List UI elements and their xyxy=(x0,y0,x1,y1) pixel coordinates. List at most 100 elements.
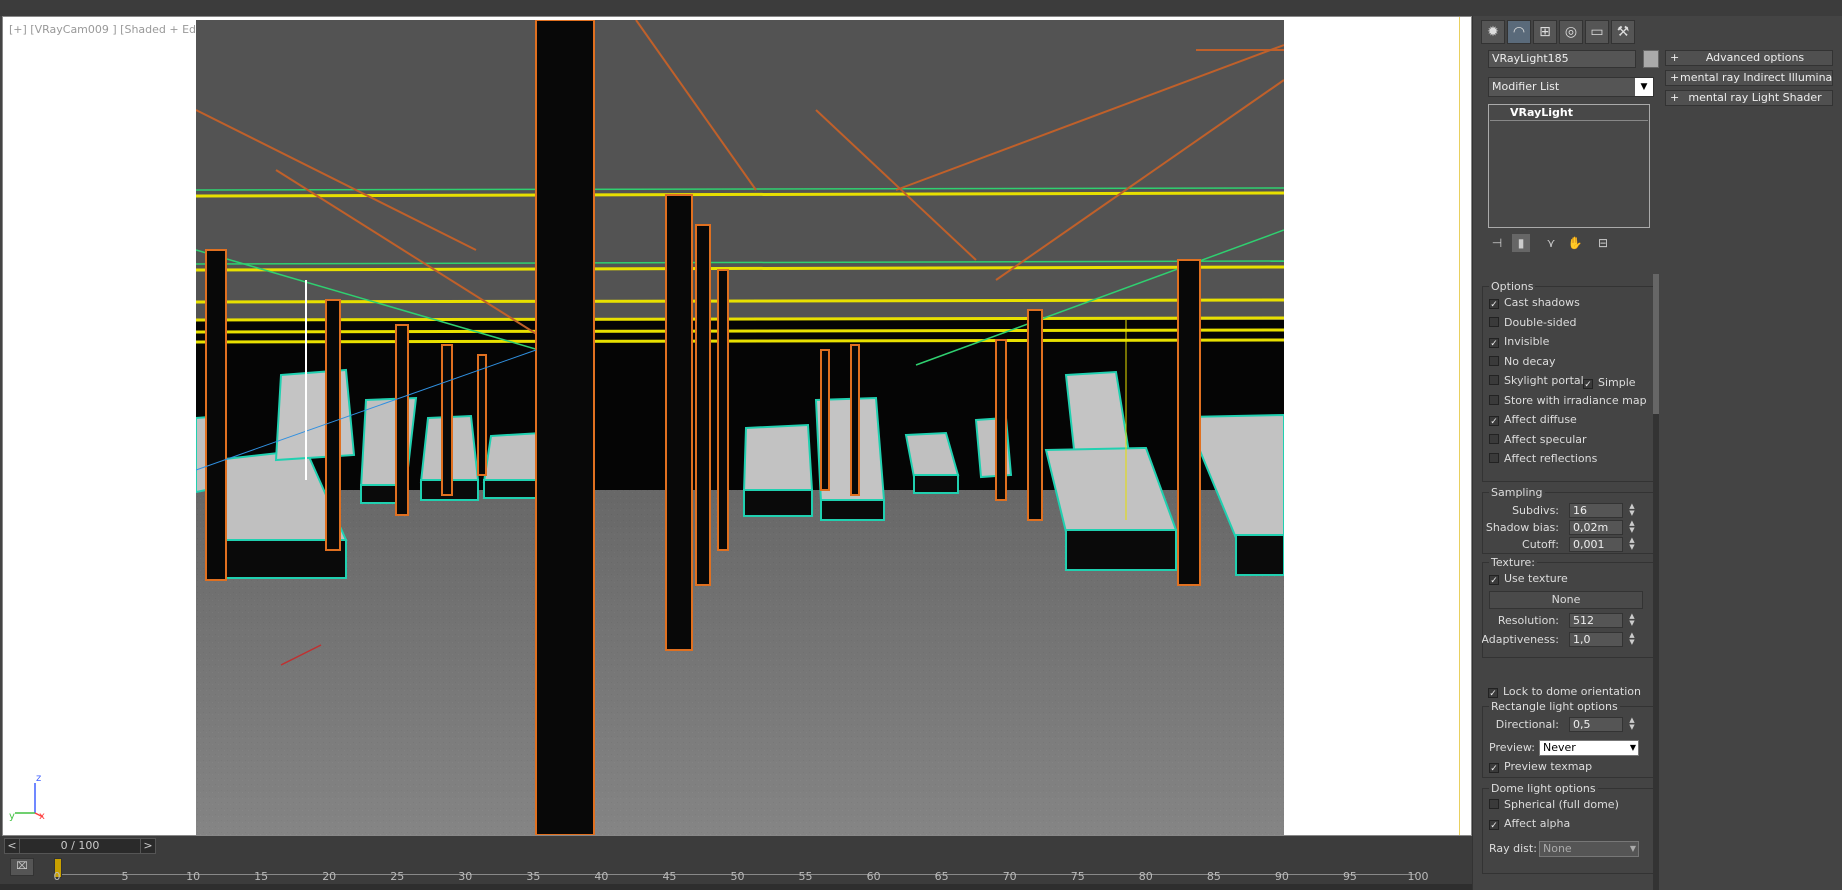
shadow-bias-field[interactable]: 0,02m xyxy=(1569,520,1623,535)
shadow-bias-label: Shadow bias: xyxy=(1485,521,1559,534)
use-texture-checkbox[interactable]: ✓ Use texture xyxy=(1489,571,1568,587)
modifier-stack[interactable]: VRayLight xyxy=(1488,104,1650,228)
shadow-bias-spinner[interactable]: ▲ ▼ xyxy=(1627,520,1637,535)
expand-plus-icon: + xyxy=(1670,91,1680,104)
use-texture-label: Use texture xyxy=(1504,572,1568,585)
check-icon[interactable]: ✓ xyxy=(1489,416,1499,427)
preview-texmap-checkbox[interactable]: ✓ Preview texmap xyxy=(1489,759,1592,775)
options-title: Options xyxy=(1489,280,1536,293)
option-checkbox-store-with-irradiance-map[interactable]: Store with irradiance map xyxy=(1489,393,1647,409)
subdivs-field[interactable]: 16 xyxy=(1569,503,1623,518)
cutoff-label: Cutoff: xyxy=(1522,538,1559,551)
cutoff-field[interactable]: 0,001 xyxy=(1569,537,1623,552)
lock-dome-check-box[interactable]: ✓ xyxy=(1488,688,1498,699)
object-name-field[interactable]: VRayLight185 xyxy=(1488,50,1636,68)
chevron-down-icon[interactable]: ▼ xyxy=(1635,78,1653,96)
hierarchy-icon[interactable]: ⊞ xyxy=(1533,20,1557,44)
simple-check-box[interactable]: ✓ xyxy=(1583,379,1593,390)
checkbox-empty[interactable] xyxy=(1489,316,1499,327)
stack-item-vraylight[interactable]: VRayLight xyxy=(1490,106,1648,121)
timeline-tick-label: 30 xyxy=(458,870,473,883)
rollout-advanced-options[interactable]: + Advanced options xyxy=(1665,50,1833,66)
spherical-checkbox[interactable]: Spherical (full dome) xyxy=(1489,797,1619,813)
simple-checkbox[interactable]: ✓ Simple xyxy=(1583,375,1636,391)
spherical-check-box[interactable] xyxy=(1489,799,1499,809)
time-next-button[interactable]: > xyxy=(140,839,155,853)
option-checkbox-cast-shadows[interactable]: ✓ Cast shadows xyxy=(1489,295,1580,311)
timeline-tick-label: 35 xyxy=(526,870,541,883)
configure-sets-icon[interactable]: ⊟ xyxy=(1594,234,1612,252)
make-unique-icon[interactable]: ⋎ xyxy=(1542,234,1560,252)
timeline-tick-label: 80 xyxy=(1138,870,1153,883)
resolution-spinner[interactable]: ▲ ▼ xyxy=(1627,613,1637,628)
texture-map-button[interactable]: None xyxy=(1489,591,1643,609)
display-icon[interactable]: ▭ xyxy=(1585,20,1609,44)
utilities-icon[interactable]: ⚒ xyxy=(1611,20,1635,44)
object-color-swatch[interactable] xyxy=(1643,50,1659,68)
option-checkbox-affect-diffuse[interactable]: ✓ Affect diffuse xyxy=(1489,412,1577,428)
time-position: 0 / 100 xyxy=(60,839,100,852)
affect-alpha-checkbox[interactable]: ✓ Affect alpha xyxy=(1489,816,1570,832)
option-checkbox-no-decay[interactable]: No decay xyxy=(1489,354,1556,370)
expand-plus-icon: + xyxy=(1670,51,1680,64)
option-label: Skylight portal xyxy=(1504,374,1584,387)
option-checkbox-affect-reflections[interactable]: Affect reflections xyxy=(1489,451,1597,467)
option-label: Cast shadows xyxy=(1504,296,1580,309)
check-icon[interactable]: ✓ xyxy=(1489,338,1499,349)
adaptiveness-spinner[interactable]: ▲ ▼ xyxy=(1627,632,1637,647)
timeline-tick-label: 45 xyxy=(662,870,677,883)
use-texture-check-box[interactable]: ✓ xyxy=(1489,575,1499,586)
remove-modifier-icon[interactable]: ✋ xyxy=(1566,234,1584,252)
panel-scroll-thumb[interactable] xyxy=(1653,274,1659,414)
preview-dropdown[interactable]: Never ▼ xyxy=(1539,740,1639,756)
cutoff-spinner[interactable]: ▲ ▼ xyxy=(1627,537,1637,552)
ray-dist-dropdown[interactable]: None ▼ xyxy=(1539,841,1639,857)
rollout-mental-ray-light-shader[interactable]: + mental ray Light Shader xyxy=(1665,90,1833,106)
subdivs-spinner[interactable]: ▲ ▼ xyxy=(1627,503,1637,518)
checkbox-empty[interactable] xyxy=(1489,355,1499,366)
option-checkbox-double-sided[interactable]: Double-sided xyxy=(1489,315,1576,331)
rect-options-title: Rectangle light options xyxy=(1489,700,1620,713)
camera-viewport[interactable]: [+] [VRayCam009 ] [Shaded + Edged Faces … xyxy=(2,16,1472,836)
adaptiveness-row: Adaptiveness: 1,0 ▲ ▼ xyxy=(1482,632,1655,648)
check-icon[interactable]: ✓ xyxy=(1489,299,1499,310)
viewport-render[interactable] xyxy=(196,20,1284,835)
pin-stack-icon[interactable]: ⊣ xyxy=(1488,234,1506,252)
affect-alpha-check-box[interactable]: ✓ xyxy=(1489,820,1499,831)
time-prev-button[interactable]: < xyxy=(5,839,20,853)
checkbox-empty[interactable] xyxy=(1489,394,1499,405)
option-checkbox-invisible[interactable]: ✓ Invisible xyxy=(1489,334,1549,350)
show-end-result-icon[interactable]: ▮ xyxy=(1512,234,1530,252)
checkbox-empty[interactable] xyxy=(1489,433,1499,444)
directional-field[interactable]: 0,5 xyxy=(1569,717,1623,732)
texture-title: Texture: xyxy=(1489,556,1537,569)
create-icon[interactable]: ✹ xyxy=(1481,20,1505,44)
option-label: Affect reflections xyxy=(1504,452,1598,465)
stack-tools: ⊣ ▮ ⋎ ✋ ⊟ xyxy=(1488,234,1650,254)
directional-spinner[interactable]: ▲ ▼ xyxy=(1627,717,1637,732)
preview-texmap-check-box[interactable]: ✓ xyxy=(1489,763,1499,774)
preview-texmap-label: Preview texmap xyxy=(1504,760,1593,773)
rect-options-group: Rectangle light options Directional: 0,5… xyxy=(1482,700,1654,778)
rollout-mental-ray-indirect-illumination[interactable]: +mental ray Indirect Illumination xyxy=(1665,70,1833,86)
checkbox-empty[interactable] xyxy=(1489,453,1499,463)
lock-dome-checkbox[interactable]: ✓ Lock to dome orientation xyxy=(1488,684,1641,700)
adaptiveness-label: Adaptiveness: xyxy=(1482,633,1559,646)
subdivs-label: Subdivs: xyxy=(1512,504,1559,517)
adaptiveness-field[interactable]: 1,0 xyxy=(1569,632,1623,647)
option-checkbox-skylight-portal[interactable]: Skylight portal xyxy=(1489,373,1584,389)
key-filter-icon[interactable]: ⌧ xyxy=(10,858,34,876)
option-label: No decay xyxy=(1504,354,1556,368)
option-checkbox-affect-specular[interactable]: Affect specular xyxy=(1489,432,1587,448)
checkbox-empty[interactable] xyxy=(1489,375,1499,385)
time-slider[interactable]: < 0 / 100 > xyxy=(4,838,156,854)
modifier-list-dropdown[interactable]: Modifier List ▼ xyxy=(1488,77,1654,97)
panel-scrollbar[interactable] xyxy=(1653,274,1659,890)
timeline-tick-label: 0 xyxy=(53,870,61,883)
modify-icon[interactable]: ◠ xyxy=(1507,20,1531,44)
axis-z-label: z xyxy=(36,773,42,784)
resolution-field[interactable]: 512 xyxy=(1569,613,1623,628)
motion-icon[interactable]: ◎ xyxy=(1559,20,1583,44)
sampling-title: Sampling xyxy=(1489,486,1545,499)
affect-alpha-label: Affect alpha xyxy=(1504,817,1571,830)
